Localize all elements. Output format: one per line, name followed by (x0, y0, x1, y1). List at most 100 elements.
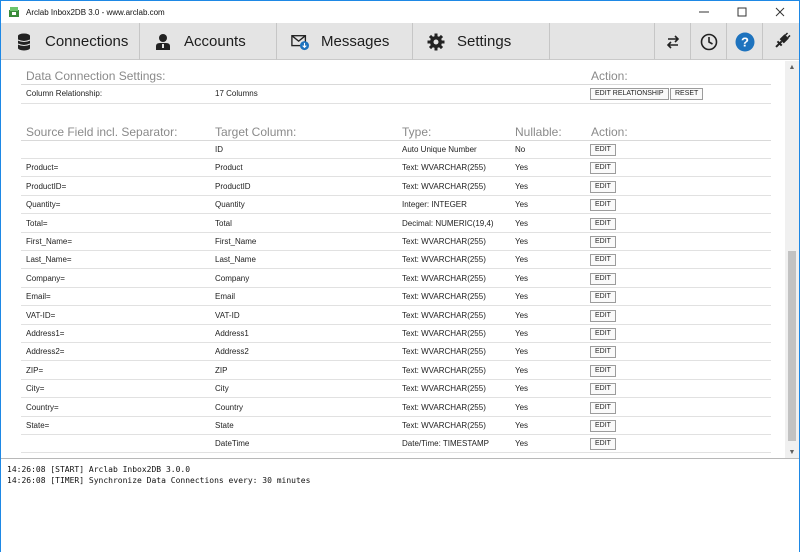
log-line: 14:26:08 [TIMER] Synchronize Data Connec… (7, 476, 311, 485)
tab-connections[interactable]: Connections (1, 23, 140, 60)
type-cell: Text: WVARCHAR(255) (402, 163, 486, 173)
target-column-cell: DateTime (215, 439, 250, 449)
edit-column-button[interactable]: EDIT (590, 144, 616, 156)
edit-column-button[interactable]: EDIT (590, 217, 616, 230)
target-column-cell: Email (215, 292, 236, 302)
maximize-button[interactable] (723, 1, 761, 23)
column-relationship-value: 17 Columns (215, 89, 258, 98)
app-window: Arclab Inbox2DB 3.0 - www.arclab.com Con… (0, 0, 800, 552)
log-panel: 14:26:08 [START] Arclab Inbox2DB 3.0.0 1… (1, 458, 799, 552)
columns-action-heading: Action: (591, 125, 628, 139)
type-cell: Text: WVARCHAR(255) (402, 402, 486, 412)
type-cell: Integer: INTEGER (402, 200, 467, 210)
tab-settings-label: Settings (457, 33, 512, 50)
tab-accounts[interactable]: Accounts (140, 23, 277, 60)
edit-column-button[interactable]: EDIT (590, 383, 616, 396)
clock-icon (700, 33, 717, 50)
settings-action-heading: Action: (591, 69, 628, 83)
type-cell: Text: WVARCHAR(255) (402, 310, 486, 320)
type-cell: Date/Time: TIMESTAMP (402, 439, 489, 449)
target-column-cell: City (215, 384, 229, 394)
table-row: City= City Text: WVARCHAR(255) Yes EDIT (21, 380, 771, 399)
tab-messages-label: Messages (321, 33, 390, 50)
app-logo-icon (9, 7, 19, 17)
edit-column-button[interactable]: EDIT (590, 309, 616, 322)
table-row: Company= Company Text: WVARCHAR(255) Yes… (21, 270, 771, 288)
edit-column-button[interactable]: EDIT (590, 254, 616, 267)
scrollbar-thumb[interactable] (788, 251, 796, 441)
source-field-cell: ProductID= (26, 181, 67, 191)
edit-column-button[interactable]: EDIT (590, 272, 616, 285)
vertical-scrollbar[interactable]: ▲ ▼ (785, 61, 799, 458)
target-column-cell: Last_Name (215, 255, 256, 265)
gear-icon (427, 33, 445, 51)
edit-column-button[interactable]: EDIT (590, 180, 616, 193)
window-controls (685, 1, 799, 23)
toolbar-spacer (550, 23, 655, 59)
source-field-cell: Email= (26, 292, 51, 302)
source-field-cell: Country= (26, 402, 59, 412)
target-column-cell: First_Name (215, 237, 257, 246)
tab-settings[interactable]: Settings (413, 23, 550, 60)
target-column-cell: Address2 (215, 347, 249, 357)
edit-column-button[interactable]: EDIT (590, 236, 616, 248)
nullable-cell: Yes (515, 310, 529, 320)
source-field-cell: Company= (26, 273, 65, 283)
help-button[interactable]: ? (727, 23, 763, 60)
type-heading: Type: (402, 125, 432, 139)
nullable-cell: Yes (515, 347, 529, 357)
timer-button[interactable] (691, 23, 727, 60)
edit-column-button[interactable]: EDIT (590, 199, 616, 212)
edit-column-button[interactable]: EDIT (590, 420, 616, 432)
nullable-cell: Yes (515, 329, 529, 338)
nullable-cell: Yes (515, 273, 529, 283)
edit-column-button[interactable]: EDIT (590, 291, 616, 304)
source-field-heading: Source Field incl. Separator: (26, 125, 178, 139)
table-row: Address2= Address2 Text: WVARCHAR(255) Y… (21, 343, 771, 362)
column-relationship-row: Column Relationship: 17 Columns EDIT REL… (21, 85, 771, 104)
table-row: Product= Product Text: WVARCHAR(255) Yes… (21, 159, 771, 178)
edit-column-button[interactable]: EDIT (590, 328, 616, 340)
table-row: Total= Total Decimal: NUMERIC(19,4) Yes … (21, 215, 771, 233)
scroll-up-icon[interactable]: ▲ (785, 61, 799, 73)
nullable-cell: Yes (515, 402, 529, 412)
nullable-heading: Nullable: (515, 125, 562, 139)
tab-messages[interactable]: Messages (277, 23, 413, 60)
edit-column-button[interactable]: EDIT (590, 364, 616, 377)
type-cell: Text: WVARCHAR(255) (402, 329, 486, 338)
minimize-button[interactable] (685, 1, 723, 23)
source-field-cell: State= (26, 421, 50, 430)
mail-download-icon (291, 33, 309, 51)
sync-button[interactable] (655, 23, 691, 60)
target-column-cell: Product (215, 163, 243, 173)
nullable-cell: Yes (515, 237, 529, 246)
reset-button[interactable]: RESET (670, 88, 704, 100)
type-cell: Text: WVARCHAR(255) (402, 237, 486, 246)
sync-arrows-icon (666, 34, 679, 49)
source-field-cell: First_Name= (26, 237, 73, 246)
nullable-cell: Yes (515, 255, 529, 265)
table-row: First_Name= First_Name Text: WVARCHAR(25… (21, 233, 771, 251)
type-cell: Decimal: NUMERIC(19,4) (402, 218, 494, 228)
log-line: 14:26:08 [START] Arclab Inbox2DB 3.0.0 (7, 465, 191, 474)
close-button[interactable] (761, 1, 799, 23)
table-row: Last_Name= Last_Name Text: WVARCHAR(255)… (21, 251, 771, 270)
target-column-cell: State (215, 421, 234, 430)
target-column-cell: Quantity (215, 200, 245, 210)
edit-column-button[interactable]: EDIT (590, 346, 616, 359)
source-field-cell: Last_Name= (26, 255, 72, 265)
tab-accounts-label: Accounts (184, 33, 246, 50)
edit-column-button[interactable]: EDIT (590, 401, 616, 414)
table-row: DateTime Date/Time: TIMESTAMP Yes EDIT (21, 435, 771, 454)
target-column-cell: Total (215, 218, 232, 228)
edit-column-button[interactable]: EDIT (590, 438, 616, 451)
edit-relationship-button[interactable]: EDIT RELATIONSHIP (590, 88, 669, 100)
plugin-button[interactable] (763, 23, 799, 60)
nullable-cell: Yes (515, 421, 529, 430)
title-bar: Arclab Inbox2DB 3.0 - www.arclab.com (1, 1, 799, 23)
scroll-down-icon[interactable]: ▼ (785, 446, 799, 458)
source-field-cell: City= (26, 384, 45, 394)
source-field-cell: Product= (26, 163, 59, 173)
target-column-cell: Country (215, 402, 244, 412)
edit-column-button[interactable]: EDIT (590, 162, 616, 175)
